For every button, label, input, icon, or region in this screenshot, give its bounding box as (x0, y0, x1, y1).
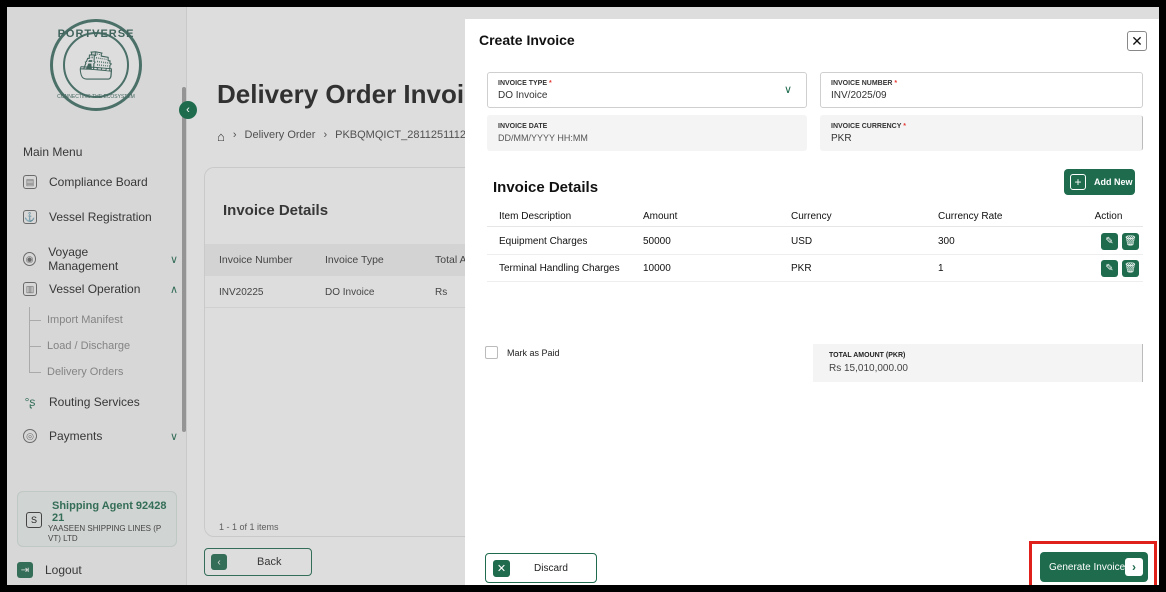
invoice-number-value: INV/2025/09 (831, 90, 887, 101)
item-rate: 1 (938, 263, 944, 274)
column-header: Action (1094, 211, 1123, 222)
section-title: Invoice Details (493, 179, 599, 196)
collapse-sidebar-button[interactable]: ‹ (179, 101, 197, 119)
invoice-currency-field: INVOICE CURRENCY * PKR (820, 115, 1143, 151)
field-label: INVOICE NUMBER * (831, 80, 897, 87)
mark-as-paid-label: Mark as Paid (507, 348, 560, 358)
invoice-number-label: INVOICE NUMBER (831, 80, 893, 87)
invoice-type-value: DO Invoice (498, 90, 548, 101)
plus-icon: + (1070, 174, 1086, 190)
add-new-label: Add New (1094, 177, 1133, 187)
item-amount: 10000 (643, 263, 671, 274)
create-invoice-modal: Create Invoice ✕ INVOICE TYPE * DO Invoi… (465, 19, 1159, 585)
table-header: Item Description Amount Currency Currenc… (487, 207, 1143, 227)
chevron-down-icon: ∨ (783, 84, 792, 96)
discard-label: Discard (534, 562, 568, 574)
edit-icon[interactable]: ✎ (1101, 260, 1118, 277)
invoice-type-select[interactable]: INVOICE TYPE * DO Invoice ∨ (487, 72, 807, 108)
delete-icon[interactable]: 🗑 (1122, 233, 1139, 250)
table-row: Terminal Handling Charges 10000 PKR 1 ✎ … (487, 256, 1143, 282)
required-marker: * (548, 80, 552, 87)
edit-icon[interactable]: ✎ (1101, 233, 1118, 250)
total-amount-label: TOTAL AMOUNT (PKR) (829, 352, 906, 359)
row-actions: ✎ 🗑 (1078, 260, 1143, 277)
invoice-number-field[interactable]: INVOICE NUMBER * INV/2025/09 (820, 72, 1143, 108)
modal-title: Create Invoice (479, 32, 575, 48)
total-amount-value: Rs 15,010,000.00 (829, 363, 908, 374)
close-icon: ✕ (1131, 32, 1143, 49)
invoice-date-field[interactable]: INVOICE DATE DD/MM/YYYY HH:MM (487, 115, 807, 151)
close-button[interactable]: ✕ (1127, 31, 1147, 51)
generate-invoice-button[interactable]: Generate Invoice › (1040, 552, 1148, 582)
field-label: INVOICE TYPE * (498, 80, 552, 87)
row-actions: ✎ 🗑 (1078, 233, 1143, 250)
column-header: Currency (791, 211, 832, 222)
column-header: Currency Rate (938, 211, 1003, 222)
item-description: Terminal Handling Charges (499, 263, 620, 274)
total-amount-box: TOTAL AMOUNT (PKR) Rs 15,010,000.00 (813, 344, 1143, 382)
item-currency: PKR (791, 263, 812, 274)
delete-icon[interactable]: 🗑 (1122, 260, 1139, 277)
discard-button[interactable]: ✕ Discard (485, 553, 597, 583)
add-new-button[interactable]: + Add New (1064, 169, 1135, 195)
column-header: Amount (643, 211, 678, 222)
invoice-currency-value: PKR (831, 133, 852, 144)
invoice-date-value: DD/MM/YYYY HH:MM (498, 133, 588, 143)
item-description: Equipment Charges (499, 236, 588, 247)
close-icon: ✕ (493, 559, 510, 577)
mark-as-paid-checkbox[interactable] (485, 346, 498, 359)
invoice-date-label: INVOICE DATE (498, 123, 548, 130)
field-label: INVOICE CURRENCY * (831, 123, 906, 130)
chevron-right-icon: › (1125, 558, 1143, 576)
invoice-type-label: INVOICE TYPE (498, 80, 548, 87)
item-currency: USD (791, 236, 813, 247)
invoice-currency-label: INVOICE CURRENCY (831, 123, 902, 130)
item-rate: 300 (938, 236, 955, 247)
column-header: Item Description (499, 211, 572, 222)
required-marker: * (894, 80, 898, 87)
required-marker: * (903, 123, 906, 130)
table-row: Equipment Charges 50000 USD 300 ✎ 🗑 (487, 229, 1143, 255)
item-amount: 50000 (643, 236, 671, 247)
app-window: PORTVERSE ⛴ CONNECTING THE ECOSYSTEM Mai… (7, 7, 1159, 585)
generate-invoice-label: Generate Invoice (1049, 561, 1126, 573)
